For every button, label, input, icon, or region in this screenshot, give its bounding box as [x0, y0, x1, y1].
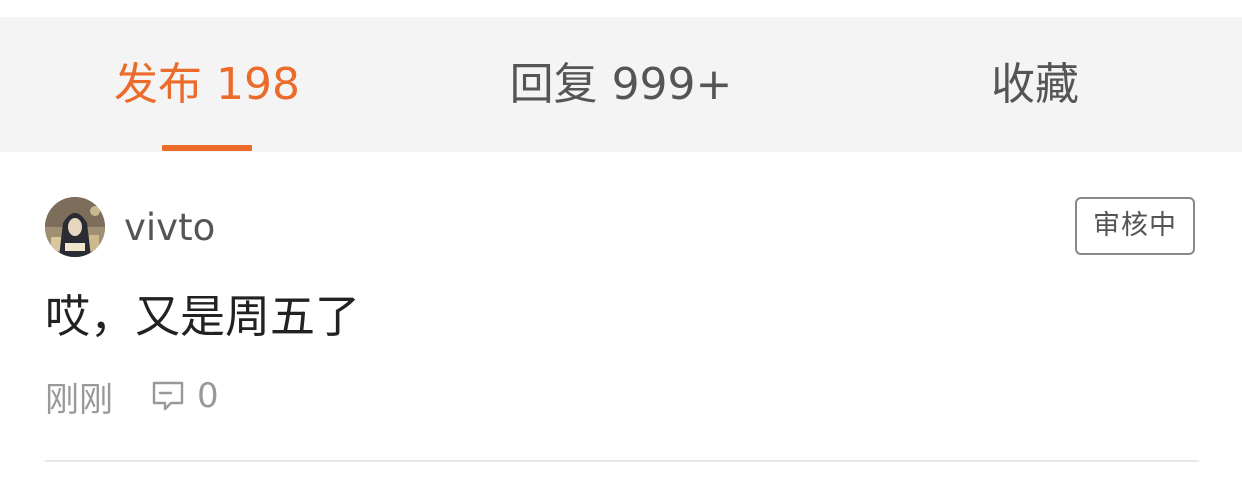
page: 发布 198 回复 999+ 收藏 vivto 审核中 哎，又是周五了 刚刚 0: [0, 0, 1242, 503]
comment-button[interactable]: 0: [151, 376, 219, 416]
status-badge: 审核中: [1075, 197, 1195, 255]
tab-posts[interactable]: 发布 198: [40, 17, 374, 152]
post-item[interactable]: vivto 审核中 哎，又是周五了 刚刚 0: [0, 152, 1242, 503]
comment-bubble-icon: [152, 381, 184, 411]
comment-count: 0: [197, 376, 219, 416]
tab-favorites[interactable]: 收藏: [868, 17, 1202, 152]
post-meta: 刚刚 0: [45, 373, 219, 420]
avatar-image: [45, 197, 105, 257]
tab-replies[interactable]: 回复 999+: [454, 17, 788, 152]
avatar[interactable]: [45, 197, 105, 257]
active-tab-indicator: [162, 145, 252, 151]
post-time: 刚刚: [45, 379, 113, 420]
username[interactable]: vivto: [124, 203, 215, 253]
post-content[interactable]: 哎，又是周五了: [45, 285, 360, 349]
tab-bar: 发布 198 回复 999+ 收藏: [0, 17, 1242, 152]
divider: [45, 460, 1199, 462]
